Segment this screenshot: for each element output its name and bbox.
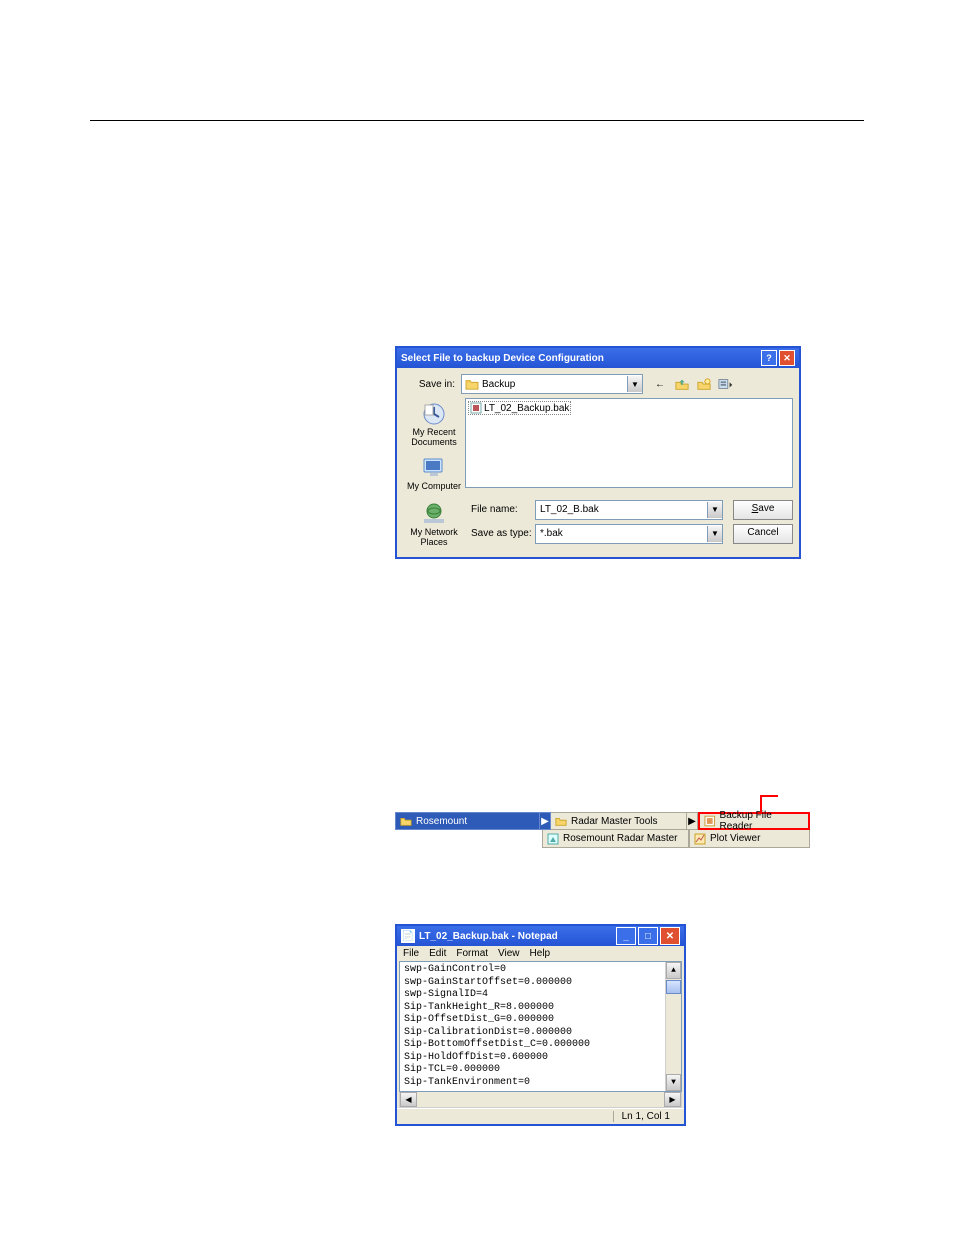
scroll-left-icon[interactable]: ◀ — [400, 1092, 417, 1107]
cursor-position: Ln 1, Col 1 — [613, 1111, 678, 1122]
place-my-network[interactable]: My Network Places — [403, 500, 465, 548]
menu-edit[interactable]: Edit — [429, 948, 446, 959]
menu-format[interactable]: Format — [456, 948, 488, 959]
nav-up-icon[interactable] — [673, 375, 691, 393]
plot-viewer-icon — [694, 833, 706, 845]
menu-plot-viewer[interactable]: Plot Viewer — [689, 830, 810, 848]
close-icon[interactable]: ✕ — [779, 350, 795, 366]
minimize-icon[interactable]: _ — [616, 927, 636, 945]
chevron-down-icon[interactable]: ▼ — [707, 526, 722, 542]
new-folder-icon[interactable] — [695, 375, 713, 393]
vertical-scrollbar[interactable]: ▲▼ — [665, 962, 681, 1091]
dialog-titlebar[interactable]: Select File to backup Device Configurati… — [397, 348, 799, 368]
scroll-down-icon[interactable]: ▼ — [666, 1074, 681, 1091]
page-divider — [90, 120, 864, 121]
dialog-title: Select File to backup Device Configurati… — [401, 353, 604, 364]
nav-back-icon[interactable]: ← — [651, 375, 669, 393]
callout-leader — [760, 795, 762, 812]
file-list[interactable]: LT_02_Backup.bak — [465, 398, 793, 488]
notepad-titlebar[interactable]: 📄 LT_02_Backup.bak - Notepad _ □ ✕ — [397, 926, 684, 946]
menu-help[interactable]: Help — [530, 948, 551, 959]
scroll-thumb[interactable] — [666, 980, 681, 994]
menu-backup-file-reader[interactable]: Backup File Reader — [698, 812, 810, 830]
chevron-down-icon[interactable]: ▼ — [627, 376, 642, 392]
notepad-window: 📄 LT_02_Backup.bak - Notepad _ □ ✕ File … — [395, 924, 686, 1126]
save-button[interactable]: Save — [733, 500, 793, 520]
app-icon — [547, 833, 559, 845]
notepad-title: LT_02_Backup.bak - Notepad — [419, 931, 558, 942]
horizontal-scrollbar[interactable]: ◀ ▶ — [399, 1092, 682, 1108]
file-item[interactable]: LT_02_Backup.bak — [468, 401, 571, 415]
save-as-type-combo[interactable]: *.bak ▼ — [535, 524, 723, 544]
folder-open-icon — [465, 378, 479, 390]
computer-icon — [419, 454, 449, 482]
menu-file[interactable]: File — [403, 948, 419, 959]
scroll-right-icon[interactable]: ▶ — [664, 1092, 681, 1107]
notepad-statusbar: Ln 1, Col 1 — [397, 1108, 684, 1124]
scroll-up-icon[interactable]: ▲ — [666, 962, 681, 979]
folder-icon — [400, 815, 412, 827]
notepad-menubar: File Edit Format View Help — [397, 946, 684, 961]
notepad-content[interactable]: swp-GainControl=0 swp-GainStartOffset=0.… — [399, 961, 682, 1092]
menu-rosemount-radar-master[interactable]: Rosemount Radar Master — [542, 830, 689, 848]
notepad-icon: 📄 — [401, 929, 415, 943]
menu-view[interactable]: View — [498, 948, 520, 959]
menu-rosemount[interactable]: Rosemount — [395, 812, 540, 830]
network-places-icon — [419, 500, 449, 528]
folder-icon — [555, 815, 567, 827]
submenu-arrow-icon: ▶ — [540, 812, 551, 830]
place-my-computer[interactable]: My Computer — [407, 454, 461, 492]
save-in-value: Backup — [482, 379, 627, 390]
save-file-dialog: Select File to backup Device Configurati… — [395, 346, 801, 559]
maximize-icon[interactable]: □ — [638, 927, 658, 945]
backup-reader-icon — [704, 815, 716, 827]
menu-radar-master-tools[interactable]: Radar Master Tools — [551, 812, 687, 830]
file-name-input[interactable]: LT_02_B.bak ▼ — [535, 500, 723, 520]
recent-documents-icon — [419, 400, 449, 428]
save-in-label: Save in: — [403, 379, 455, 390]
view-menu-icon[interactable] — [717, 375, 735, 393]
place-recent-documents[interactable]: My Recent Documents — [403, 400, 465, 448]
save-as-type-label: Save as type: — [471, 528, 535, 539]
submenu-arrow-icon: ▶ — [687, 812, 698, 830]
start-menu-cascade: Rosemount ▶ Radar Master Tools ▶ Backup … — [395, 812, 810, 848]
cancel-button[interactable]: Cancel — [733, 524, 793, 544]
close-icon[interactable]: ✕ — [660, 927, 680, 945]
chevron-down-icon[interactable]: ▼ — [707, 502, 722, 518]
save-in-combo[interactable]: Backup ▼ — [461, 374, 643, 394]
file-name-label: File name: — [471, 504, 535, 515]
help-icon[interactable]: ? — [761, 350, 777, 366]
